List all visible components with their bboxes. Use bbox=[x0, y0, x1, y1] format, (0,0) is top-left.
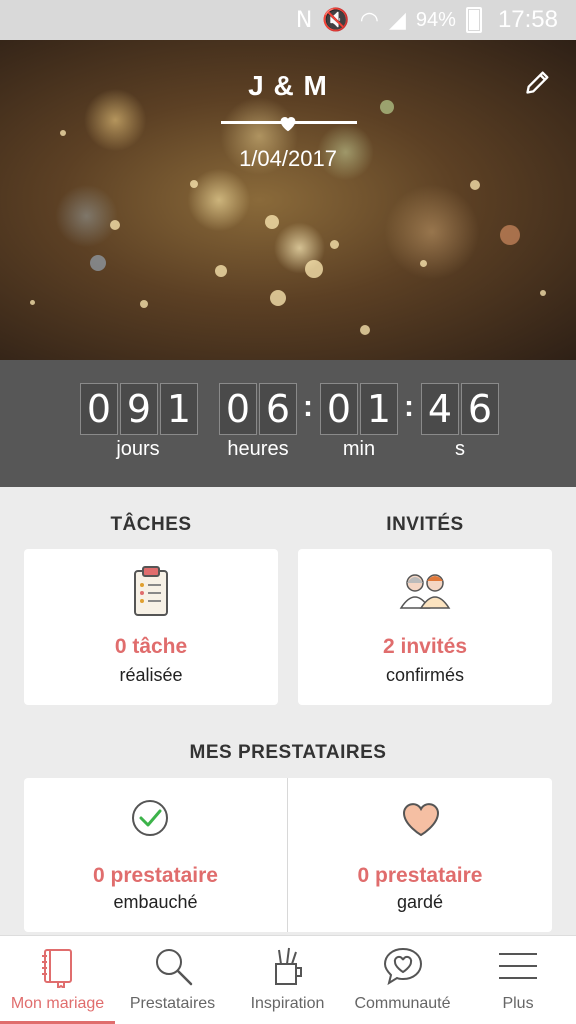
signal-icon: ◢ bbox=[388, 7, 406, 33]
digit: 0 bbox=[320, 383, 358, 435]
hero-banner: J & M 1/04/2017 bbox=[0, 40, 576, 360]
couple-names: J & M bbox=[248, 70, 328, 101]
digit: 4 bbox=[421, 383, 459, 435]
wedding-date: 1/04/2017 bbox=[239, 146, 337, 171]
battery-icon bbox=[465, 7, 482, 33]
digit: 0 bbox=[80, 383, 118, 435]
nav-item-prestataires[interactable]: Prestataires bbox=[115, 936, 230, 1024]
nav-label: Mon mariage bbox=[10, 995, 105, 1012]
nav-item-communaute[interactable]: Communauté bbox=[345, 936, 460, 1024]
colon-separator: : bbox=[303, 390, 313, 423]
mute-icon: 🔇 bbox=[322, 7, 350, 33]
seconds-label: s bbox=[455, 438, 465, 460]
guests-card[interactable]: 2 invités confirmés bbox=[298, 549, 552, 705]
nav-label: Plus bbox=[502, 995, 534, 1012]
battery-percent: 94% bbox=[415, 8, 456, 31]
tasks-status: réalisée bbox=[119, 665, 183, 685]
digit: 9 bbox=[120, 383, 158, 435]
tasks-heading: TÂCHES bbox=[110, 514, 192, 535]
hours-label: heures bbox=[227, 438, 289, 460]
countdown-minutes: 0 1 bbox=[320, 383, 398, 435]
guests-count: 2 invités bbox=[382, 635, 468, 658]
digit: 0 bbox=[219, 383, 257, 435]
countdown: 0 9 1 0 6 : 0 1 : 4 6 jours heures min s bbox=[0, 360, 576, 487]
chat-heart-icon bbox=[383, 947, 422, 986]
nav-item-inspiration[interactable]: Inspiration bbox=[230, 936, 345, 1024]
pencil-icon[interactable] bbox=[524, 68, 552, 96]
heart-icon bbox=[402, 803, 440, 837]
countdown-seconds: 4 6 bbox=[421, 383, 499, 435]
saved-vendors-count: 0 prestataire bbox=[357, 864, 483, 887]
search-icon bbox=[155, 949, 192, 986]
digit: 6 bbox=[259, 383, 297, 435]
guests-heading: INVITÉS bbox=[386, 514, 464, 535]
heart-icon bbox=[280, 117, 296, 132]
digit: 6 bbox=[461, 383, 499, 435]
bottom-navigation: Mon mariage Prestataires Inspiration Com… bbox=[0, 935, 576, 1024]
check-circle-icon bbox=[132, 800, 168, 836]
tasks-card[interactable]: 0 tâche réalisée bbox=[24, 549, 278, 705]
tasks-count: 0 tâche bbox=[114, 635, 188, 658]
countdown-hours: 0 6 bbox=[219, 383, 297, 435]
minutes-label: min bbox=[342, 438, 376, 460]
hired-vendors-count: 0 prestataire bbox=[93, 864, 218, 887]
hired-vendors-status: embauché bbox=[113, 892, 198, 912]
digit: 1 bbox=[160, 383, 198, 435]
nfc-icon: N bbox=[295, 7, 313, 33]
menu-icon bbox=[499, 953, 537, 979]
saved-vendors-card[interactable]: 0 prestataire gardé bbox=[288, 778, 552, 932]
hired-vendors-card[interactable]: 0 prestataire embauché bbox=[24, 778, 287, 932]
guests-status: confirmés bbox=[385, 665, 465, 685]
couple-icon bbox=[399, 574, 451, 609]
colon-separator: : bbox=[404, 390, 414, 423]
vendors-heading: MES PRESTATAIRES bbox=[189, 742, 387, 763]
pencil-cup-icon bbox=[274, 947, 302, 985]
status-bar: N 🔇 ◠ ◢ 94% 17:58 bbox=[0, 0, 576, 40]
nav-label: Prestataires bbox=[129, 995, 216, 1012]
countdown-days: 0 9 1 bbox=[80, 383, 198, 435]
nav-item-mon-mariage[interactable]: Mon mariage bbox=[0, 936, 115, 1024]
clock: 17:58 bbox=[497, 6, 558, 33]
notebook-icon bbox=[41, 949, 72, 988]
saved-vendors-status: gardé bbox=[396, 892, 444, 912]
digit: 1 bbox=[360, 383, 398, 435]
days-label: jours bbox=[116, 438, 160, 460]
wifi-icon: ◠ bbox=[359, 7, 379, 33]
nav-item-plus[interactable]: Plus bbox=[460, 936, 576, 1024]
clipboard-icon bbox=[134, 566, 168, 616]
nav-label: Inspiration bbox=[250, 995, 325, 1012]
nav-label: Communauté bbox=[354, 995, 451, 1012]
